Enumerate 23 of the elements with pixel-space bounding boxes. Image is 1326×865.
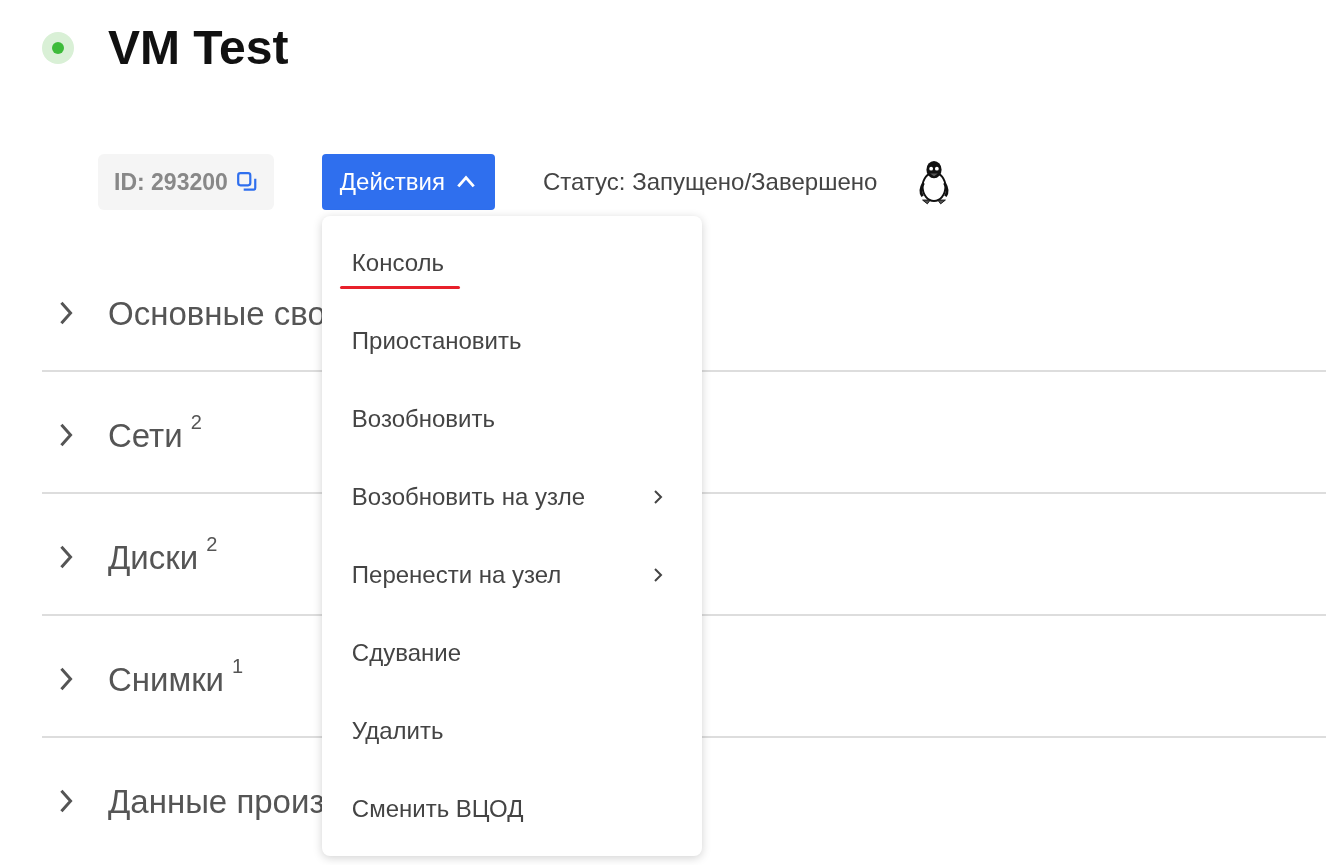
vm-title: VM Test (108, 20, 289, 76)
chevron-icon[interactable] (58, 421, 74, 449)
count-label: 2 (190, 411, 202, 434)
chevron-icon[interactable] (58, 543, 74, 571)
menu-item[interactable]: Консоль (321, 224, 702, 302)
section-title[interactable]: Сети (108, 417, 183, 455)
menu-item[interactable]: Возобновить (321, 380, 702, 458)
count-label: 2 (206, 533, 218, 556)
section-title[interactable]: Снимки (108, 661, 225, 699)
id-label: ID: 293200 (114, 168, 228, 196)
chevron-icon[interactable] (58, 299, 74, 327)
chevron-icon[interactable] (58, 787, 74, 815)
copy-icon[interactable] (235, 171, 258, 193)
menu-item[interactable]: Приостановить (321, 302, 702, 380)
count-label: 1 (232, 655, 244, 678)
status-text: Статус: Запущено/Завершено (542, 168, 878, 196)
section-title[interactable]: Диски (108, 539, 199, 577)
menu-item[interactable]: Удалить (321, 692, 702, 770)
menu-item[interactable]: Возобновить на узле (321, 458, 702, 536)
menu-item[interactable]: Перенести на узел (321, 536, 702, 614)
actions-button[interactable]: Действия (321, 154, 495, 210)
chevron-icon[interactable] (58, 665, 74, 693)
menu-item[interactable]: Сдувание (321, 614, 702, 692)
